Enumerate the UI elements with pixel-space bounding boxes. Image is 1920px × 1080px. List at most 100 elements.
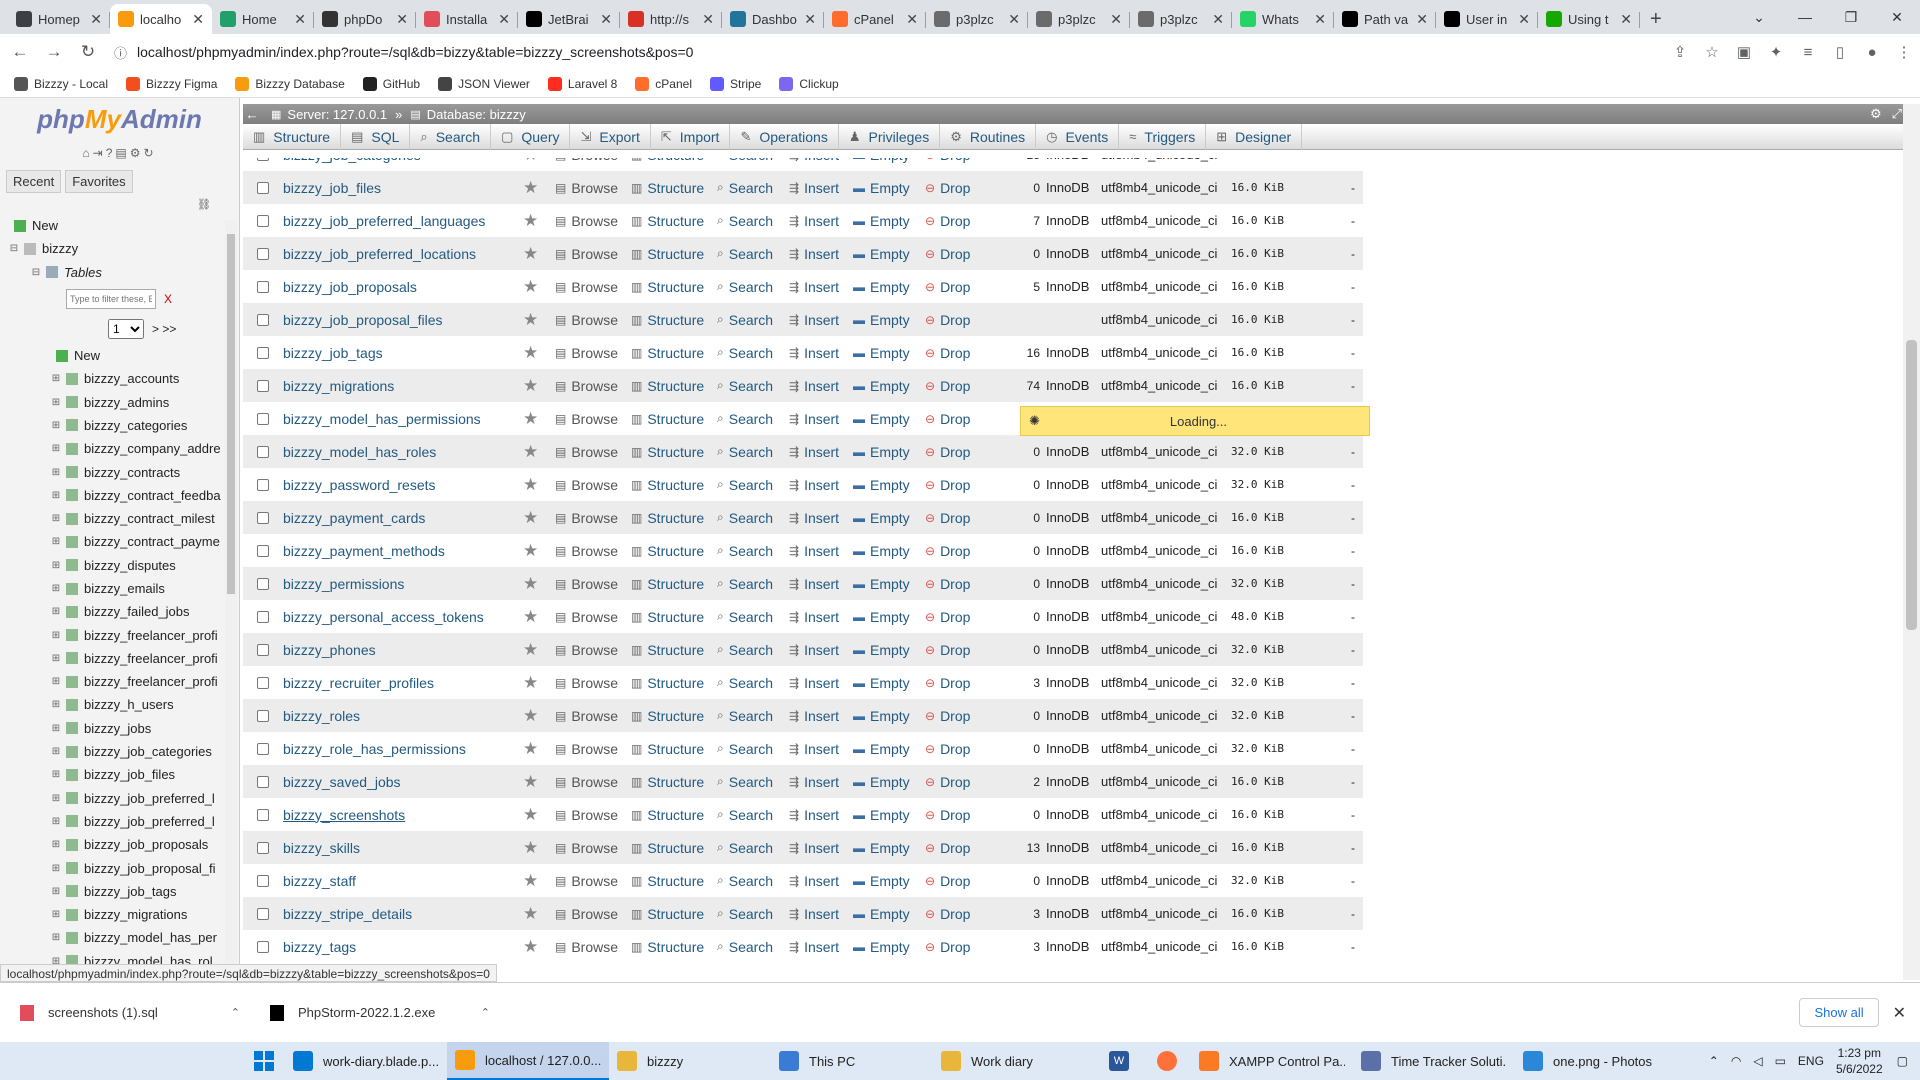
drop-action[interactable]: ⊖ Drop	[925, 158, 970, 163]
bookmark-item[interactable]: Bizzzy Database	[235, 76, 345, 91]
insert-action[interactable]: ⇶ Insert	[789, 180, 839, 196]
drop-action[interactable]: ⊖ Drop	[925, 246, 970, 262]
tree-tables-group[interactable]: ⊟ Tables	[0, 261, 226, 284]
browser-tab[interactable]: Homep ✕	[8, 4, 110, 34]
structure-action[interactable]: ▥ Structure	[631, 477, 704, 493]
tab-close-icon[interactable]: ✕	[1008, 11, 1020, 28]
insert-action[interactable]: ⇶ Insert	[789, 741, 839, 757]
expand-icon[interactable]: ⊞	[50, 606, 62, 617]
empty-action[interactable]: ▬ Empty	[853, 411, 910, 427]
forward-icon[interactable]: →	[40, 42, 68, 62]
table-name-link[interactable]: bizzzy_model_has_permissions	[283, 411, 481, 427]
tree-table-item[interactable]: ⊞ bizzzy_job_categories	[0, 740, 226, 763]
browser-tab[interactable]: Dashbo ✕	[722, 4, 824, 34]
chevron-up-icon[interactable]: ⌃	[481, 1006, 490, 1019]
structure-action[interactable]: ▥ Structure	[631, 411, 704, 427]
favorite-star-icon[interactable]: ★	[523, 277, 538, 297]
breadcrumb-server[interactable]: ▦ Server: 127.0.0.1	[271, 107, 387, 122]
drop-action[interactable]: ⊖ Drop	[925, 741, 970, 757]
row-checkbox[interactable]	[257, 544, 269, 557]
row-checkbox[interactable]	[257, 841, 269, 854]
insert-action[interactable]: ⇶ Insert	[789, 609, 839, 625]
insert-action[interactable]: ⇶ Insert	[789, 939, 839, 955]
home-icon[interactable]: ⌂	[82, 146, 92, 160]
taskbar-app[interactable]: Work diary	[933, 1042, 1095, 1080]
table-name-link[interactable]: bizzzy_job_preferred_languages	[283, 213, 485, 229]
tab-close-icon[interactable]: ✕	[1416, 11, 1428, 28]
taskbar-app[interactable]: Time Tracker Soluti...	[1353, 1042, 1515, 1080]
tab-search[interactable]: ⌕ Search	[410, 123, 492, 150]
drop-action[interactable]: ⊖ Drop	[925, 345, 970, 361]
browser-tab[interactable]: localho ✕	[110, 4, 212, 34]
browser-tab[interactable]: cPanel ✕	[824, 4, 926, 34]
table-name-link[interactable]: bizzzy_job_categories	[283, 158, 421, 163]
tab-operations[interactable]: ✎ Operations	[730, 123, 839, 150]
row-checkbox[interactable]	[257, 379, 269, 392]
empty-action[interactable]: ▬ Empty	[853, 807, 910, 823]
expand-icon[interactable]: ⊞	[50, 676, 62, 687]
browser-tab[interactable]: p3plzc ✕	[926, 4, 1028, 34]
tree-table-item[interactable]: ⊞ bizzzy_contract_milest	[0, 507, 226, 530]
expand-icon[interactable]: ⊞	[50, 699, 62, 710]
expand-icon[interactable]: ⊞	[50, 746, 62, 757]
favorites-tab[interactable]: Favorites	[65, 170, 133, 193]
chevron-up-icon[interactable]: ⌃	[231, 1006, 240, 1019]
insert-action[interactable]: ⇶ Insert	[789, 774, 839, 790]
structure-action[interactable]: ▥ Structure	[631, 378, 704, 394]
search-action[interactable]: ⌕ Search	[717, 741, 773, 757]
search-action[interactable]: ⌕ Search	[717, 906, 773, 922]
expand-icon[interactable]: ⊞	[50, 397, 62, 408]
table-name-link[interactable]: bizzzy_staff	[283, 873, 356, 889]
tab-close-icon[interactable]: ✕	[702, 11, 714, 28]
expand-icon[interactable]: ⊞	[50, 839, 62, 850]
tab-triggers[interactable]: ≈ Triggers	[1119, 123, 1207, 150]
tab-close-icon[interactable]: ✕	[1110, 11, 1122, 28]
tab-export[interactable]: ⇲ Export	[570, 123, 651, 150]
structure-action[interactable]: ▥ Structure	[631, 543, 704, 559]
row-checkbox[interactable]	[257, 808, 269, 821]
browser-tab[interactable]: p3plzc ✕	[1028, 4, 1130, 34]
empty-action[interactable]: ▬ Empty	[853, 609, 910, 625]
close-downloads-icon[interactable]: ✕	[1893, 1003, 1906, 1023]
drop-action[interactable]: ⊖ Drop	[925, 840, 970, 856]
tree-table-item[interactable]: ⊞ bizzzy_accounts	[0, 367, 226, 390]
table-name-link[interactable]: bizzzy_job_proposals	[283, 279, 417, 295]
tab-search-icon[interactable]: ⌄	[1736, 9, 1782, 26]
favorite-star-icon[interactable]: ★	[523, 838, 538, 858]
filter-clear-button[interactable]: X	[164, 292, 172, 306]
new-tab-button[interactable]: +	[1650, 4, 1662, 34]
favorite-star-icon[interactable]: ★	[523, 211, 538, 231]
tree-table-item[interactable]: ⊞ bizzzy_model_has_per	[0, 926, 226, 949]
browser-tab[interactable]: Home ✕	[212, 4, 314, 34]
browse-action[interactable]: ▤ Browse	[555, 312, 618, 328]
table-name-link[interactable]: bizzzy_permissions	[283, 576, 404, 592]
insert-action[interactable]: ⇶ Insert	[789, 642, 839, 658]
table-name-link[interactable]: bizzzy_phones	[283, 642, 376, 658]
insert-action[interactable]: ⇶ Insert	[789, 543, 839, 559]
tree-table-item[interactable]: ⊞ bizzzy_company_addre	[0, 437, 226, 460]
close-window-button[interactable]: ✕	[1874, 9, 1920, 26]
favorite-star-icon[interactable]: ★	[523, 673, 538, 693]
drop-action[interactable]: ⊖ Drop	[925, 510, 970, 526]
battery-icon[interactable]: ▭	[1775, 1054, 1786, 1068]
expand-icon[interactable]: ⊞	[50, 909, 62, 920]
insert-action[interactable]: ⇶ Insert	[789, 510, 839, 526]
search-action[interactable]: ⌕ Search	[717, 246, 773, 262]
empty-action[interactable]: ▬ Empty	[853, 378, 910, 394]
browse-action[interactable]: ▤ Browse	[555, 180, 618, 196]
page-scrollbar[interactable]	[1903, 104, 1920, 980]
empty-action[interactable]: ▬ Empty	[853, 939, 910, 955]
tree-table-item[interactable]: ⊞ bizzzy_contract_payme	[0, 530, 226, 553]
empty-action[interactable]: ▬ Empty	[853, 873, 910, 889]
browse-action[interactable]: ▤ Browse	[555, 411, 618, 427]
download-item[interactable]: PhpStorm-2022.1.2.exe ⌃	[270, 1004, 500, 1021]
tree-table-item[interactable]: ⊞ bizzzy_contracts	[0, 460, 226, 483]
expand-icon[interactable]: ⊞	[50, 630, 62, 641]
favorite-star-icon[interactable]: ★	[523, 574, 538, 594]
table-name-link[interactable]: bizzzy_role_has_permissions	[283, 741, 466, 757]
browse-action[interactable]: ▤ Browse	[555, 444, 618, 460]
row-checkbox[interactable]	[257, 412, 269, 425]
structure-action[interactable]: ▥ Structure	[631, 774, 704, 790]
nav-scrollbar[interactable]	[225, 220, 237, 980]
tree-new-database[interactable]: New	[0, 214, 226, 237]
